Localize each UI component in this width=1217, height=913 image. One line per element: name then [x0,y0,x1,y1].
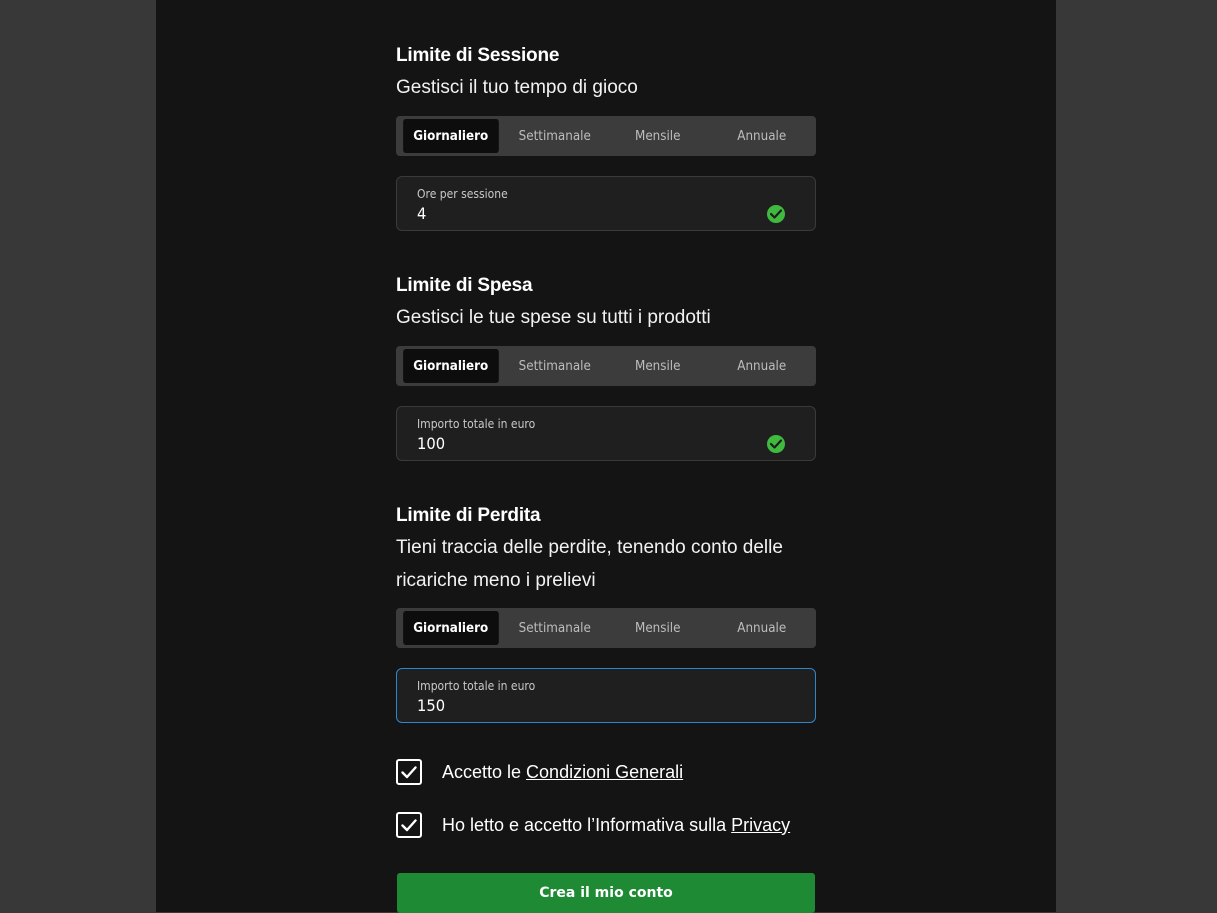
session-period-selector: Giornaliero Settimanale Mensile Annuale [396,116,816,156]
spend-limit-subtitle: Gestisci le tue spese su tutti i prodott… [396,307,711,328]
loss-amount-input[interactable] [417,696,693,715]
loss-amount-field[interactable]: Importo totale in euro [396,668,816,723]
session-hours-label: Ore per sessione [417,187,508,201]
loss-limit-subtitle-line2: ricariche meno i prelievi [396,570,596,591]
session-hours-input[interactable] [417,204,693,223]
spend-amount-input[interactable] [417,434,693,453]
terms-consent: Accetto le Condizioni Generali [396,756,683,788]
spend-limit-title: Limite di Spesa [396,275,533,296]
session-period-yearly[interactable]: Annuale [714,119,809,153]
privacy-text: Ho letto e accetto l’Informativa sulla P… [442,815,790,836]
loss-limit-title: Limite di Perdita [396,505,541,526]
spend-amount-field[interactable]: Importo totale in euro [396,406,816,461]
session-period-daily[interactable]: Giornaliero [403,119,499,153]
privacy-link[interactable]: Privacy [731,815,790,835]
session-limit-title: Limite di Sessione [396,45,560,66]
create-account-button[interactable]: Crea il mio conto [397,873,815,913]
spend-period-monthly[interactable]: Mensile [610,349,705,383]
loss-amount-label: Importo totale in euro [417,679,536,693]
loss-period-weekly[interactable]: Settimanale [507,611,602,645]
terms-link[interactable]: Condizioni Generali [526,762,683,782]
session-limit-subtitle: Gestisci il tuo tempo di gioco [396,77,638,98]
terms-text: Accetto le Condizioni Generali [442,762,683,783]
spend-period-yearly[interactable]: Annuale [714,349,809,383]
privacy-consent: Ho letto e accetto l’Informativa sulla P… [396,809,790,841]
privacy-prefix: Ho letto e accetto l’Informativa sulla [442,814,732,835]
terms-prefix: Accetto le [442,761,527,782]
spend-period-selector: Giornaliero Settimanale Mensile Annuale [396,346,816,386]
terms-checkbox[interactable] [396,759,422,785]
privacy-checkbox[interactable] [396,812,422,838]
valid-check-icon [767,435,785,453]
loss-period-yearly[interactable]: Annuale [714,611,809,645]
session-period-weekly[interactable]: Settimanale [507,119,602,153]
loss-period-selector: Giornaliero Settimanale Mensile Annuale [396,608,816,648]
session-period-monthly[interactable]: Mensile [610,119,705,153]
checkmark-icon [401,765,417,778]
loss-period-monthly[interactable]: Mensile [610,611,705,645]
loss-limit-subtitle-line1: Tieni traccia delle perdite, tenendo con… [396,537,783,558]
spend-amount-label: Importo totale in euro [417,417,536,431]
session-hours-field[interactable]: Ore per sessione [396,176,816,231]
form-panel: Limite di Sessione Gestisci il tuo tempo… [156,0,1056,913]
loss-period-daily[interactable]: Giornaliero [403,611,499,645]
checkmark-icon [401,818,417,831]
valid-check-icon [767,205,785,223]
spend-period-weekly[interactable]: Settimanale [507,349,602,383]
spend-period-daily[interactable]: Giornaliero [403,349,499,383]
